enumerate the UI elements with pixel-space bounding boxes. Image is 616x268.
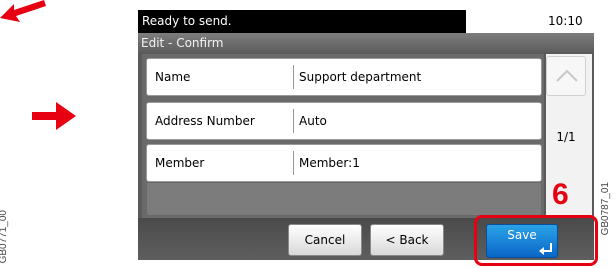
row-label: Address Number: [155, 114, 255, 128]
step-number: 6: [552, 178, 569, 211]
list-item-address-number[interactable]: Address Number Auto: [146, 102, 542, 140]
empty-list-slot: [146, 182, 542, 216]
page-indicator: 1/1: [556, 130, 576, 144]
figure-code-left: GB0771_00: [0, 210, 9, 264]
row-value: Support department: [299, 70, 422, 84]
cancel-button[interactable]: Cancel: [288, 224, 362, 256]
back-button[interactable]: < Back: [370, 224, 444, 256]
row-divider: [293, 109, 294, 133]
confirm-list: Name Support department Address Number A…: [142, 54, 544, 218]
figure-code-right: GB0787_01: [600, 182, 611, 236]
diagonal-red-arrow-icon: [0, 0, 46, 22]
row-value: Auto: [299, 114, 327, 128]
scroll-up-button[interactable]: [546, 56, 586, 96]
row-label: Name: [155, 70, 191, 84]
save-highlight-frame: [474, 215, 598, 266]
row-label: Member: [155, 156, 205, 170]
row-divider: [293, 151, 294, 175]
scroll-up-icon: [556, 69, 578, 82]
status-bar: Ready to send. 10:10: [138, 10, 594, 33]
row-divider: [293, 65, 294, 89]
screen-title: Edit - Confirm: [138, 33, 594, 53]
list-item-name[interactable]: Name Support department: [146, 58, 542, 96]
right-red-arrow-icon: [32, 102, 76, 130]
status-message: Ready to send.: [138, 10, 466, 33]
list-item-member[interactable]: Member Member:1: [146, 144, 542, 182]
row-value: Member:1: [299, 156, 360, 170]
status-time: 10:10: [548, 14, 583, 28]
